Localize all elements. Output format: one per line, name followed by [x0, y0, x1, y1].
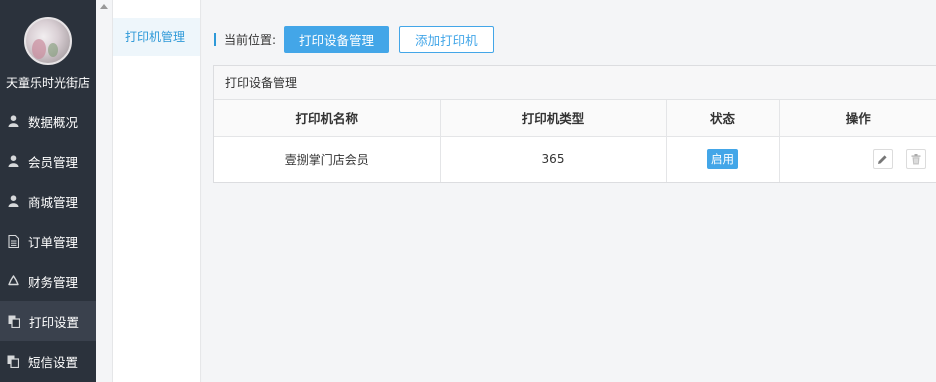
status-cell: 启用 — [666, 136, 780, 182]
sidebar-item-print-settings[interactable]: 打印设置 — [0, 301, 96, 341]
copy-icon — [6, 354, 20, 368]
sidebar-item-mall[interactable]: 商城管理 — [0, 181, 96, 221]
copy-icon — [7, 314, 21, 328]
panel-title: 打印设备管理 — [214, 66, 936, 100]
status-badge[interactable]: 启用 — [707, 149, 738, 170]
actions-cell — [779, 136, 936, 182]
sidebar-item-finance[interactable]: 财务管理 — [0, 261, 96, 301]
sidebar-scrollbar[interactable] — [96, 0, 113, 382]
location-marker — [214, 33, 216, 46]
table-header-row: 打印机名称 打印机类型 状态 操作 — [214, 100, 936, 137]
sidebar-item-orders[interactable]: 订单管理 — [0, 221, 96, 261]
avatar[interactable] — [24, 17, 72, 65]
printer-device-management-button[interactable]: 打印设备管理 — [284, 26, 390, 53]
recycle-icon — [6, 274, 20, 288]
scroll-up-arrow-icon[interactable] — [100, 4, 108, 9]
printer-panel: 打印设备管理 打印机名称 打印机类型 状态 操作 壹捌掌门店会员 365 启用 — [213, 65, 936, 183]
sidebar-item-sms-settings[interactable]: 短信设置 — [0, 341, 96, 381]
table-row: 壹捌掌门店会员 365 启用 — [214, 136, 936, 182]
printer-table: 打印机名称 打印机类型 状态 操作 壹捌掌门店会员 365 启用 — [214, 100, 936, 182]
sidebar-item-label: 财务管理 — [28, 274, 79, 290]
breadcrumb: 当前位置: 打印设备管理 添加打印机 — [214, 26, 494, 53]
sidebar-item-label: 会员管理 — [28, 154, 79, 170]
main-content: 当前位置: 打印设备管理 添加打印机 打印设备管理 打印机名称 打印机类型 状态… — [202, 0, 936, 382]
sidebar-item-label: 打印设置 — [29, 314, 80, 330]
sidebar-item-data-overview[interactable]: 数据概况 — [0, 101, 96, 141]
column-header-actions: 操作 — [779, 100, 936, 137]
sidebar-item-members[interactable]: 会员管理 — [0, 141, 96, 181]
column-header-status: 状态 — [666, 100, 780, 137]
sidebar-item-label: 订单管理 — [28, 234, 79, 250]
user-icon — [6, 154, 20, 168]
column-header-printer-name: 打印机名称 — [214, 100, 441, 137]
submenu: 打印机管理 — [113, 0, 201, 382]
trash-icon — [911, 153, 921, 165]
document-icon — [6, 234, 20, 248]
sidebar-item-label: 商城管理 — [28, 194, 79, 210]
submenu-item-printer-management[interactable]: 打印机管理 — [113, 18, 200, 56]
sidebar-item-label: 短信设置 — [28, 354, 79, 370]
sidebar-item-label: 数据概况 — [28, 114, 79, 130]
store-name: 天童乐时光街店 — [5, 76, 90, 90]
add-printer-button[interactable]: 添加打印机 — [399, 26, 494, 53]
store-header: 天童乐时光街店 — [0, 0, 96, 101]
delete-button[interactable] — [906, 149, 927, 170]
edit-button[interactable] — [872, 149, 893, 170]
user-icon — [6, 194, 20, 208]
edit-icon — [878, 155, 887, 164]
sidebar: 天童乐时光街店 数据概况 会员管理 商城管理 订单管理 财务管理 打印设置 短信… — [0, 0, 96, 382]
printer-name-cell: 壹捌掌门店会员 — [214, 136, 441, 182]
location-label: 当前位置: — [224, 33, 277, 47]
column-header-printer-type: 打印机类型 — [440, 100, 667, 137]
printer-type-cell: 365 — [440, 136, 667, 182]
user-icon — [6, 114, 20, 128]
